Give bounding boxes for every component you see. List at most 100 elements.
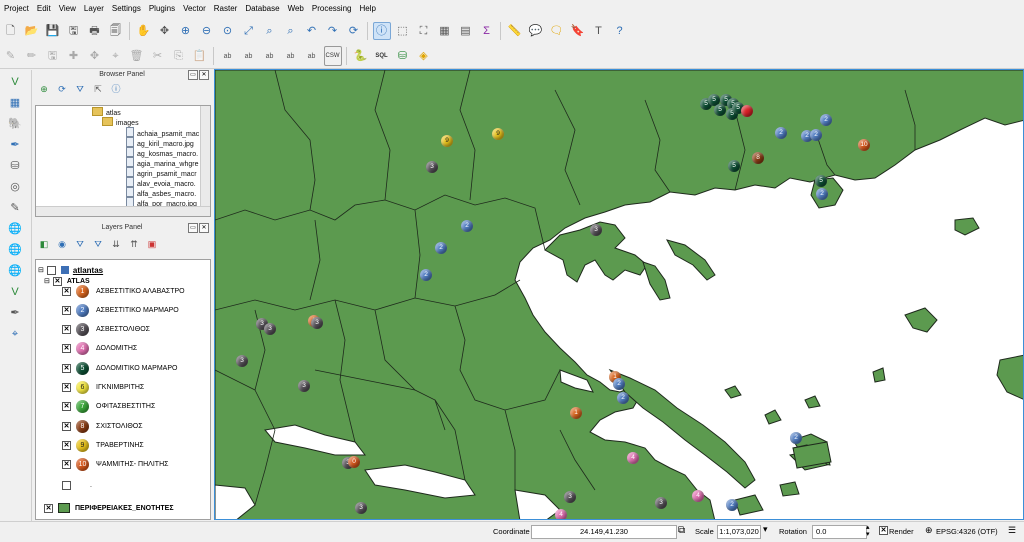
- menu-database[interactable]: Database: [241, 0, 283, 18]
- move-feature-icon[interactable]: ✥: [86, 47, 104, 65]
- legend-class-item[interactable]: ✕ 3 ΑΣΒΕΣΤΟΛΙΘΟΣ: [62, 321, 150, 339]
- map-tips-icon[interactable]: 🗨: [548, 22, 566, 40]
- save-as-icon[interactable]: 🖫: [65, 22, 83, 40]
- menu-project[interactable]: Project: [0, 0, 33, 18]
- layer-visibility-checkbox[interactable]: ✕: [52, 276, 62, 286]
- map-canvas[interactable]: 9935555555222210855222233313331222413033…: [214, 69, 1024, 520]
- map-marker[interactable]: 2: [613, 378, 625, 390]
- scale-dropdown-icon[interactable]: ▾: [763, 524, 768, 535]
- browser-folder-item[interactable]: atlas: [92, 107, 121, 117]
- close-panel-icon[interactable]: ✕: [199, 223, 209, 233]
- crs-label[interactable]: EPSG:4326 (OTF): [936, 527, 998, 536]
- map-marker[interactable]: 2: [435, 242, 447, 254]
- map-marker[interactable]: 2: [726, 499, 738, 511]
- messages-icon[interactable]: ☰: [1008, 525, 1016, 536]
- map-marker[interactable]: 10: [858, 139, 870, 151]
- class-visibility-checkbox[interactable]: ✕: [62, 305, 71, 315]
- legend-class-item[interactable]: ✕ 9 ΤΡΑΒΕΡΤΙΝΗΣ: [62, 436, 144, 454]
- add-postgis-icon[interactable]: 🐘: [6, 115, 24, 133]
- scale-field[interactable]: 1:1,073,020: [717, 525, 761, 539]
- select-icon[interactable]: ⬚: [394, 22, 412, 40]
- float-panel-icon[interactable]: ▭: [188, 70, 198, 80]
- add-wms-icon[interactable]: 🌐: [6, 220, 24, 238]
- zoom-to-selection-icon[interactable]: ⌕: [261, 22, 279, 40]
- new-project-icon[interactable]: 🗋: [2, 22, 20, 40]
- pan-icon[interactable]: ✋: [135, 22, 153, 40]
- map-marker[interactable]: 0: [348, 456, 360, 468]
- label-move-icon[interactable]: ab: [261, 47, 279, 65]
- browser-file-item[interactable]: ag_kiril_macro.jpg: [126, 137, 194, 148]
- map-marker[interactable]: 3: [311, 317, 323, 329]
- map-marker[interactable]: 1: [570, 407, 582, 419]
- layer-style-icon[interactable]: ◧: [37, 237, 51, 251]
- layers-stack-icon[interactable]: ◈: [415, 47, 433, 65]
- legend-class-item[interactable]: ✕ 4 ΔΟΛΟΜΙΤΗΣ: [62, 340, 137, 358]
- legend-class-item[interactable]: ✕ 6 ΙΓΚΝΙΜΒΡΙΤΗΣ: [62, 379, 144, 397]
- statistics-icon[interactable]: Σ: [478, 22, 496, 40]
- layer-row-polygons[interactable]: ✕ ΠΕΡΙΦΕΡΕΙΑΚΕΣ_ΕΝΟΤΗΤΕΣ: [44, 499, 174, 517]
- select-location-icon[interactable]: ⛶: [415, 22, 433, 40]
- legend-class-item[interactable]: ✕ 5 ΔΟΛΟΜΙΤΙΚΟ ΜΑΡΜΑΡΟ: [62, 359, 177, 377]
- layer-visibility-checkbox[interactable]: ✕: [44, 503, 53, 513]
- float-panel-icon[interactable]: ▭: [188, 223, 198, 233]
- add-vector-icon[interactable]: V: [6, 73, 24, 91]
- class-visibility-checkbox[interactable]: [62, 480, 71, 490]
- text-annotation-icon[interactable]: T: [590, 22, 608, 40]
- new-spatialite-icon[interactable]: ✒: [6, 304, 24, 322]
- class-visibility-checkbox[interactable]: ✕: [62, 440, 71, 450]
- toggle-extents-icon[interactable]: ⧉: [678, 525, 685, 536]
- add-oracle-icon[interactable]: ◎: [6, 178, 24, 196]
- save-project-icon[interactable]: 💾: [44, 22, 62, 40]
- legend-class-item[interactable]: ✕ 1 ΑΣΒΕΣΤΙΤΙΚΟ ΑΛΑΒΑΣΤΡΟ: [62, 282, 185, 300]
- class-visibility-checkbox[interactable]: ✕: [62, 421, 71, 431]
- db-manager-icon[interactable]: ⛁: [394, 47, 412, 65]
- refresh-icon[interactable]: ⟳: [55, 82, 69, 96]
- menu-processing[interactable]: Processing: [308, 0, 356, 18]
- help-icon[interactable]: ?: [611, 22, 629, 40]
- map-marker[interactable]: 2: [810, 129, 822, 141]
- map-marker[interactable]: 3: [264, 323, 276, 335]
- coordinate-field[interactable]: 24.149,41.230: [531, 525, 677, 539]
- menu-raster[interactable]: Raster: [210, 0, 242, 18]
- zoom-out-icon[interactable]: ⊖: [198, 22, 216, 40]
- menu-layer[interactable]: Layer: [80, 0, 108, 18]
- map-marker[interactable]: 5: [815, 175, 827, 187]
- map-marker[interactable]: 2: [617, 392, 629, 404]
- attribute-table-icon[interactable]: ▤: [457, 22, 475, 40]
- map-marker[interactable]: 5: [728, 160, 740, 172]
- menu-settings[interactable]: Settings: [108, 0, 145, 18]
- remove-layer-icon[interactable]: ▣: [145, 237, 159, 251]
- collapse-toggle-icon[interactable]: ⊟: [38, 266, 44, 274]
- browser-file-item[interactable]: ag_kosmas_macro.: [126, 147, 198, 158]
- class-visibility-checkbox[interactable]: ✕: [62, 325, 71, 335]
- open-project-icon[interactable]: 📂: [23, 22, 41, 40]
- filter-legend-icon[interactable]: ⛛: [73, 237, 87, 251]
- class-visibility-checkbox[interactable]: ✕: [62, 460, 71, 470]
- map-marker[interactable]: 2: [420, 269, 432, 281]
- gps-icon[interactable]: ⌖: [6, 325, 24, 343]
- browser-file-item[interactable]: achaia_psamit_mac: [126, 127, 199, 138]
- map-marker[interactable]: 2: [790, 432, 802, 444]
- map-marker[interactable]: 3: [590, 224, 602, 236]
- zoom-native-icon[interactable]: ⊙: [219, 22, 237, 40]
- browser-folder-item[interactable]: images: [102, 117, 139, 127]
- cut-icon[interactable]: ✂: [149, 47, 167, 65]
- menu-view[interactable]: View: [55, 0, 80, 18]
- add-spatialite-icon[interactable]: ✒: [6, 136, 24, 154]
- python-icon[interactable]: 🐍: [352, 47, 370, 65]
- browser-horizontal-scrollbar[interactable]: [36, 206, 210, 216]
- map-marker[interactable]: 2: [816, 188, 828, 200]
- filter-map-icon[interactable]: ⛛: [91, 237, 105, 251]
- edit-pencil-icon[interactable]: ✎: [2, 47, 20, 65]
- map-marker[interactable]: 9: [492, 128, 504, 140]
- map-marker[interactable]: 9: [441, 135, 453, 147]
- menu-vector[interactable]: Vector: [179, 0, 210, 18]
- browser-file-item[interactable]: agia_marina_whgre: [126, 157, 198, 168]
- zoom-in-icon[interactable]: ⊕: [177, 22, 195, 40]
- sql-label[interactable]: SQL: [373, 47, 391, 65]
- menu-edit[interactable]: Edit: [33, 0, 55, 18]
- save-edits-icon[interactable]: 🖫: [44, 47, 62, 65]
- collapse-toggle-icon[interactable]: ⊟: [44, 277, 50, 285]
- deselect-icon[interactable]: ▦: [436, 22, 454, 40]
- expand-all-icon[interactable]: ⇊: [109, 237, 123, 251]
